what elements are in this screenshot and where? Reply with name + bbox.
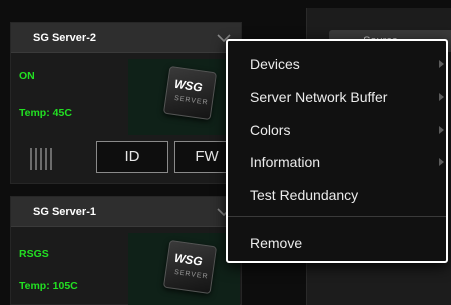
- wsg-server-logo: WSG SERVER: [162, 65, 218, 121]
- server-context-menu: Devices Server Network Buffer Colors Inf…: [226, 39, 448, 263]
- server-temperature: Temp: 105C: [19, 280, 78, 292]
- menu-item-label: Information: [250, 154, 321, 170]
- logo-subtext: SERVER: [173, 94, 209, 107]
- server-name: SG Server-1: [33, 205, 96, 218]
- menu-item-colors[interactable]: Colors: [228, 118, 446, 142]
- menu-item-label: Devices: [250, 56, 300, 72]
- logo-text: WSG: [173, 250, 204, 269]
- app-window: Source SG Server-2 ON Temp: 45C WSG SERV…: [0, 0, 451, 305]
- submenu-arrow-icon: [439, 158, 444, 166]
- server-card-header[interactable]: SG Server-1: [11, 197, 241, 227]
- server-card-header[interactable]: SG Server-2: [11, 23, 241, 53]
- menu-item-label: Remove: [250, 235, 303, 251]
- menu-item-information[interactable]: Information: [228, 150, 446, 174]
- server-name: SG Server-2: [33, 31, 96, 44]
- menu-item-label: Test Redundancy: [250, 187, 359, 203]
- server-temperature: Temp: 45C: [19, 107, 72, 119]
- menu-item-remove[interactable]: Remove: [228, 231, 446, 255]
- menu-separator: [228, 216, 446, 217]
- server-status: RSGS: [19, 248, 49, 260]
- server-status: ON: [19, 70, 35, 82]
- server-thumbnail: WSG SERVER: [128, 59, 240, 135]
- submenu-arrow-icon: [439, 126, 444, 134]
- logo-subtext: SERVER: [173, 268, 209, 281]
- menu-item-test-redundancy[interactable]: Test Redundancy: [228, 183, 446, 207]
- menu-item-label: Server Network Buffer: [250, 89, 388, 105]
- server-card[interactable]: SG Server-1 RSGS Temp: 105C WSG SERVER: [10, 196, 242, 305]
- menu-item-server-network-buffer[interactable]: Server Network Buffer: [228, 85, 446, 109]
- menu-item-devices[interactable]: Devices: [228, 52, 446, 76]
- id-button[interactable]: ID: [96, 141, 168, 173]
- drag-handle-icon[interactable]: [30, 148, 52, 170]
- menu-item-label: Colors: [250, 122, 291, 138]
- logo-text: WSG: [173, 76, 204, 95]
- wsg-server-logo: WSG SERVER: [162, 239, 218, 295]
- submenu-arrow-icon: [439, 60, 444, 68]
- server-thumbnail: WSG SERVER: [128, 233, 240, 305]
- submenu-arrow-icon: [439, 93, 444, 101]
